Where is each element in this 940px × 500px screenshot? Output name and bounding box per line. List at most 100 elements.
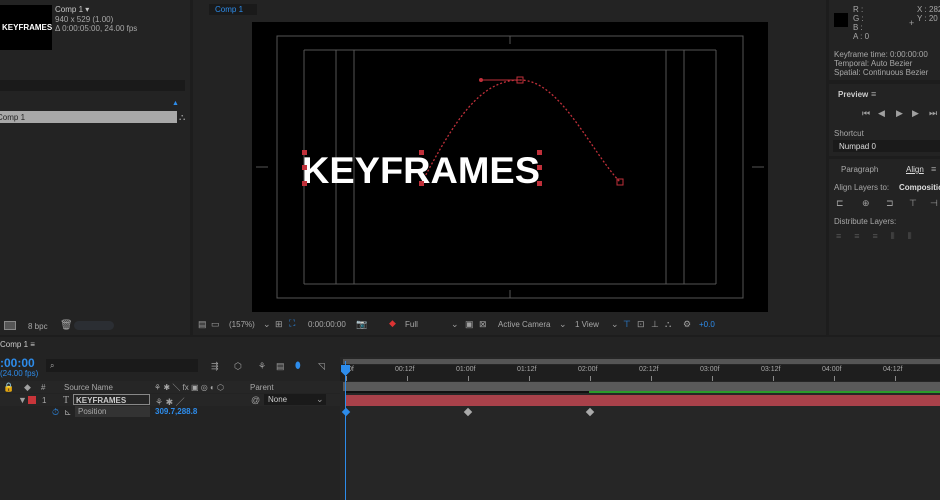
project-item-label: Comp 1 xyxy=(0,113,26,122)
column-number: # xyxy=(41,383,46,392)
layer-search-input[interactable]: ⌕ xyxy=(46,359,198,372)
layer-duration-bar[interactable] xyxy=(345,395,940,406)
exposure-value[interactable]: +0.0 xyxy=(699,320,715,329)
sort-arrow-icon[interactable]: ▲ xyxy=(172,100,179,107)
zoom-dropdown[interactable]: (157%) xyxy=(229,320,255,329)
region-of-interest-icon[interactable]: ▣ xyxy=(465,319,474,330)
align-to-dropdown[interactable]: Composition xyxy=(899,183,940,192)
toggle-pixel-icon[interactable]: ⊤ xyxy=(623,319,631,330)
ruler-tick xyxy=(712,376,713,381)
monitor-icon[interactable]: ▭ xyxy=(211,319,220,330)
info-x: X : 282 xyxy=(917,5,940,14)
project-panel: KEYFRAMES Comp 1 ▾ 940 x 529 (1.00) Δ 0:… xyxy=(0,0,190,335)
align-right-icon[interactable]: ⊐ xyxy=(886,198,894,209)
viewer-toolbar: ▤ ▭ (157%) ⌄ ⊞ ⛶ 0:00:00:00 📷 ◆ Full ⌄ ▣… xyxy=(193,316,826,332)
timeline-tab-comp-1[interactable]: Comp 1 ≡ xyxy=(0,340,35,349)
layer-row[interactable]: ▼ 1 T KEYFRAMES ⚘ ✱ ／ @ None ⌄ xyxy=(0,394,340,407)
keyframe-marker[interactable] xyxy=(585,407,595,417)
twirl-down-icon[interactable]: ▼ xyxy=(18,395,27,405)
menu-icon[interactable]: ≡ xyxy=(931,164,936,174)
ruler-label: 02:00f xyxy=(578,366,598,373)
tab-align[interactable]: Align xyxy=(906,165,924,174)
trash-icon[interactable]: 🗑 xyxy=(60,320,73,331)
time-ruler[interactable]: 0f 00:12f 01:00f 01:12f 02:00f 02:12f 03:00f 03… xyxy=(340,365,940,381)
always-preview-icon[interactable]: ▤ xyxy=(198,319,207,330)
bpc-label[interactable]: 8 bpc xyxy=(28,322,48,331)
graph-icon[interactable]: ⊾ xyxy=(64,407,72,418)
camera-chevron-icon[interactable]: ⌄ xyxy=(559,319,567,330)
exposure-icon[interactable]: ⚙ xyxy=(683,319,691,330)
info-g: G : xyxy=(853,14,864,23)
pickwhip-icon[interactable]: @ xyxy=(251,395,260,405)
info-y: Y : 20 xyxy=(917,14,938,23)
current-time-indicator[interactable] xyxy=(345,361,346,500)
preview-title: Preview xyxy=(838,90,869,99)
keyframe-marker[interactable] xyxy=(341,407,351,417)
channel-icon[interactable]: ◆ xyxy=(389,318,396,329)
first-frame-icon[interactable]: ⏮ xyxy=(862,108,870,119)
align-top-icon[interactable]: ⊤ xyxy=(909,198,917,209)
timeline-timecode[interactable]: :00:00 xyxy=(0,356,35,370)
fast-preview-icon[interactable]: ⊡ xyxy=(637,319,645,330)
shy-layers-icon[interactable]: ⚘ xyxy=(258,361,266,372)
ruler-label: 01:12f xyxy=(517,366,537,373)
timeline-icon[interactable]: ⊥ xyxy=(651,319,659,330)
align-left-icon[interactable]: ⊏ xyxy=(836,198,844,209)
grid-icon[interactable]: ⊞ xyxy=(275,319,283,330)
snapshot-icon[interactable]: 📷 xyxy=(356,319,367,330)
ruler-tick xyxy=(651,376,652,381)
menu-icon[interactable]: ≡ xyxy=(30,340,35,349)
work-area-navigator[interactable] xyxy=(343,359,940,364)
graph-editor-icon[interactable]: ◹ xyxy=(318,361,325,372)
flowchart-icon[interactable]: ⛬ xyxy=(665,319,671,330)
view-layout-dropdown[interactable]: 1 View xyxy=(575,320,599,329)
time-graph[interactable]: 0f 00:12f 01:00f 01:12f 02:00f 02:12f 03:00f 03… xyxy=(340,357,940,500)
layer-name[interactable]: KEYFRAMES xyxy=(73,394,150,405)
resolution-dropdown[interactable]: Full xyxy=(405,320,418,329)
flowchart-icon[interactable]: ⛬ xyxy=(179,112,185,123)
last-frame-icon[interactable]: ⏭ xyxy=(929,108,937,119)
camera-dropdown[interactable]: Active Camera xyxy=(498,320,550,329)
distribute-icons[interactable]: ≡≡≡⦀⦀ xyxy=(836,231,925,242)
resolution-chevron-icon[interactable]: ⌄ xyxy=(451,319,459,330)
transparency-grid-icon[interactable]: ⊠ xyxy=(479,319,487,330)
project-search[interactable] xyxy=(0,80,185,91)
frame-blending-icon[interactable]: ▤ xyxy=(276,361,285,372)
stopwatch-icon[interactable]: ⏱ xyxy=(52,407,59,418)
view-chevron-icon[interactable]: ⌄ xyxy=(611,319,619,330)
composition-canvas[interactable]: KEYFRAMES xyxy=(252,22,768,312)
menu-icon[interactable]: ≡ xyxy=(871,89,876,99)
viewer-tab-comp-1[interactable]: Comp 1 xyxy=(209,4,257,15)
draft-3d-icon[interactable]: ⬡ xyxy=(234,361,242,372)
color-settings-icon[interactable] xyxy=(4,321,16,330)
ruler-tick xyxy=(895,376,896,381)
tab-paragraph[interactable]: Paragraph xyxy=(841,165,878,174)
shortcut-dropdown[interactable]: Numpad 0 xyxy=(833,140,940,152)
previous-frame-icon[interactable]: ◀ xyxy=(878,108,885,119)
layer-label-color[interactable] xyxy=(28,396,36,404)
play-icon[interactable]: ▶ xyxy=(896,108,903,119)
text-layer-icon: T xyxy=(63,395,70,406)
ruler-label: 00:12f xyxy=(395,366,415,373)
keyframe-marker[interactable] xyxy=(463,407,473,417)
column-source-name[interactable]: Source Name xyxy=(64,383,113,392)
zoom-chevron-icon[interactable]: ⌄ xyxy=(263,319,271,330)
comp-name[interactable]: Comp 1 ▾ xyxy=(55,5,89,14)
parent-chevron-icon[interactable]: ⌄ xyxy=(316,394,324,405)
next-frame-icon[interactable]: ▶ xyxy=(912,108,919,119)
project-scrollbar[interactable] xyxy=(74,321,114,330)
align-hcenter-icon[interactable]: ⊕ xyxy=(862,198,870,209)
info-panel: R : G : B : A : 0 X : 282 Y : 20 + Keyfr… xyxy=(829,0,940,80)
ruler-tick xyxy=(529,376,530,381)
align-vcenter-icon[interactable]: ⊣ xyxy=(930,198,938,209)
composition-mini-flowchart-icon[interactable]: ⇶ xyxy=(211,361,219,372)
work-area-bar[interactable] xyxy=(343,382,940,391)
property-row-position[interactable]: ⏱ ⊾ Position 309.7,288.8 xyxy=(0,406,340,418)
ruler-label: 03:12f xyxy=(761,366,781,373)
mask-icon[interactable]: ⛶ xyxy=(289,318,295,329)
comp-duration: Δ 0:00:05:00, 24.00 fps xyxy=(55,24,138,33)
property-value[interactable]: 309.7,288.8 xyxy=(155,407,197,416)
motion-blur-icon[interactable]: ⬮ xyxy=(295,360,301,371)
current-time[interactable]: 0:00:00:00 xyxy=(308,320,346,329)
project-item-comp-1[interactable]: Comp 1 xyxy=(0,111,177,123)
